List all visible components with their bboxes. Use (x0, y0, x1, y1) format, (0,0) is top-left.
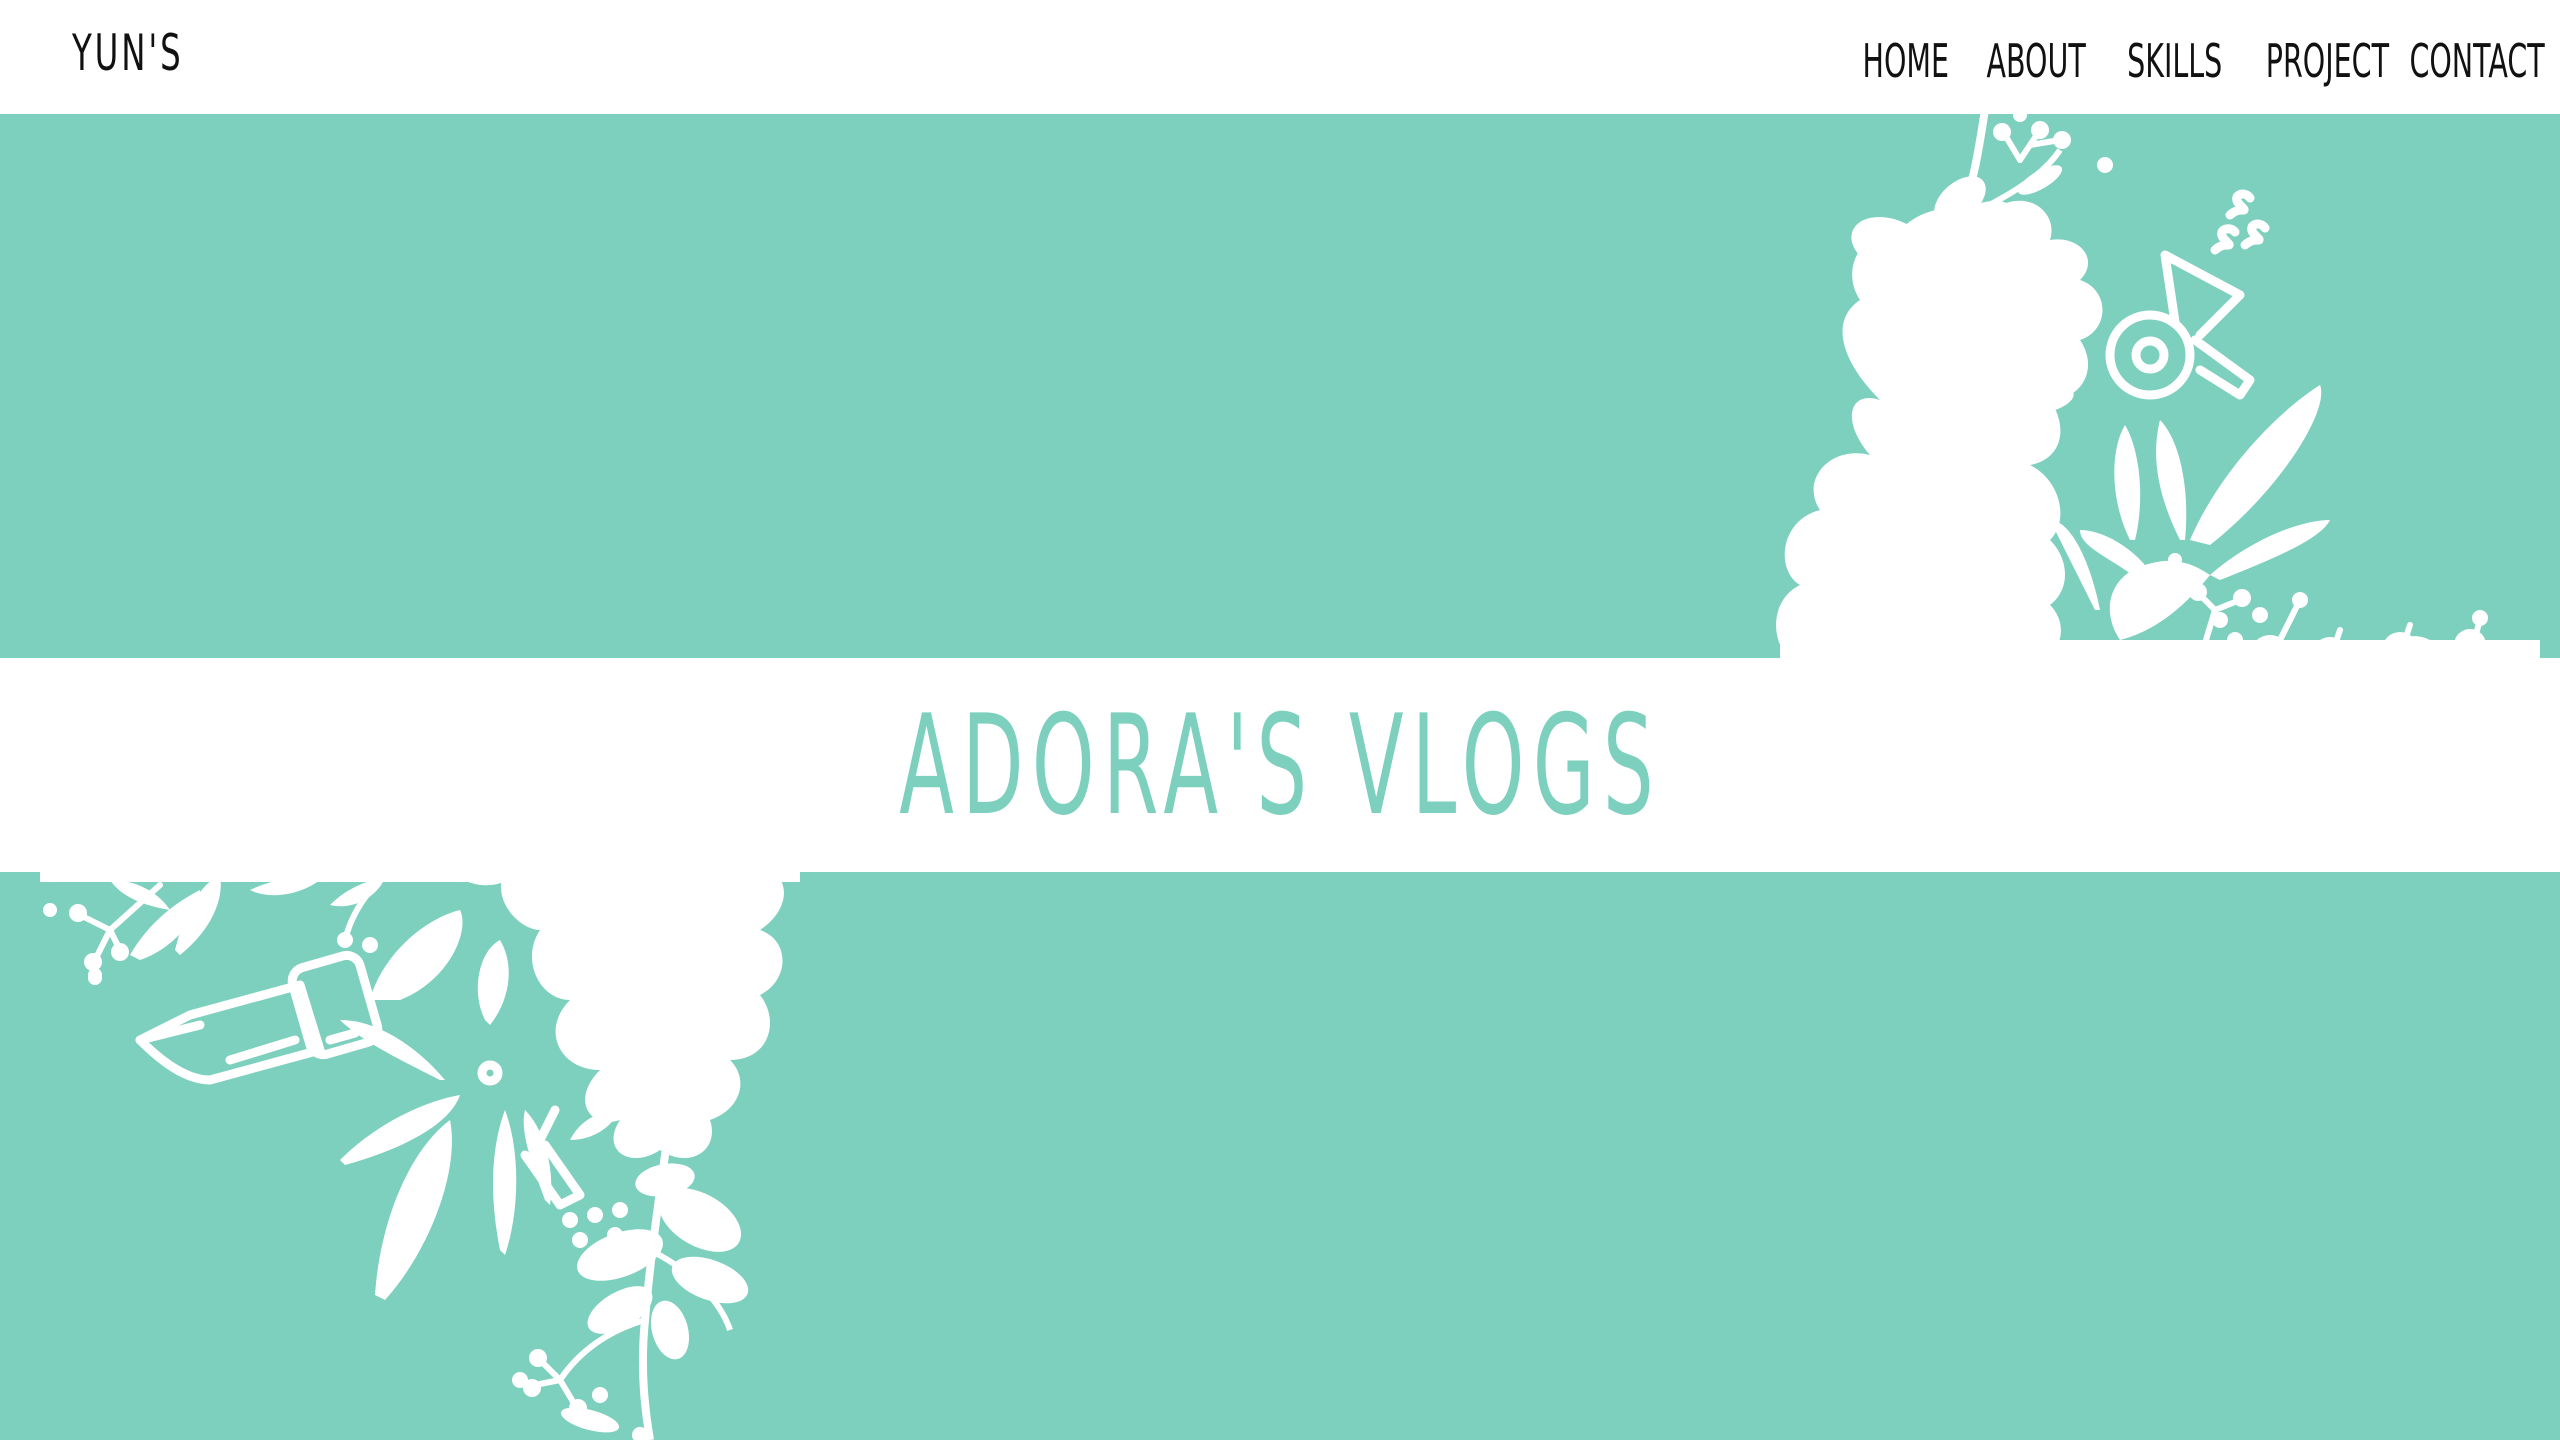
nav-link-skills[interactable]: SKILLS (2127, 34, 2222, 88)
page: YUN'S HOME ABOUT SKILLS PROJECT CONTACT … (0, 0, 2560, 1440)
nav-link-contact[interactable]: CONTACT (2409, 34, 2544, 88)
hair-dryer-icon (2105, 189, 2270, 400)
nav-link-home[interactable]: HOME (1863, 34, 1950, 88)
nav-item-contact: CONTACT (2368, 34, 2544, 88)
nav-item-skills: SKILLS (2098, 34, 2226, 88)
bottom-left-flower-cluster (40, 870, 800, 1440)
hero-title-wrapper: ADORA'S VLOGS (0, 658, 2560, 872)
nav-link-about[interactable]: ABOUT (1986, 34, 2085, 88)
nav-item-home: HOME (1836, 34, 1950, 88)
nav-link-project[interactable]: PROJECT (2266, 34, 2389, 88)
nav-item-project: PROJECT (2228, 34, 2389, 88)
hero-title: ADORA'S VLOGS (898, 684, 1662, 846)
brand-logo[interactable]: YUN'S (72, 24, 184, 82)
nav-item-about: ABOUT (1956, 34, 2094, 88)
top-right-flower-cluster (1776, 67, 2540, 675)
main-nav: HOME ABOUT SKILLS PROJECT CONTACT (1836, 34, 2545, 88)
top-navbar: YUN'S HOME ABOUT SKILLS PROJECT CONTACT (0, 0, 2560, 114)
hero-title-band: ADORA'S VLOGS (0, 658, 2560, 872)
